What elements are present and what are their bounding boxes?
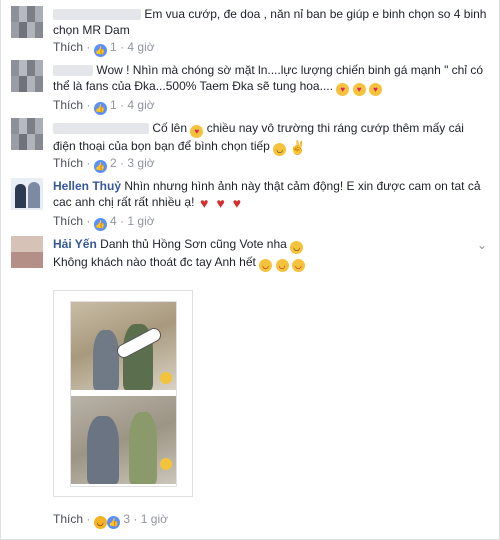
heart-eyes-emoji: ♥ <box>352 83 366 96</box>
red-heart-emoji: ♥ <box>216 195 225 211</box>
comment-text: Cố lên <box>152 121 188 135</box>
red-heart-emoji: ♥ <box>200 195 209 211</box>
photo-panel-top <box>71 302 176 390</box>
heart-eyes-emoji: ♥ <box>336 83 350 96</box>
reaction-count[interactable]: 3 <box>123 512 130 526</box>
attached-photo[interactable] <box>53 290 193 497</box>
comment-text: Danh thủ Hồng Sơn cũng Vote nha <box>100 237 287 251</box>
heart-eyes-emoji: ♥ <box>368 83 382 96</box>
blurred-name <box>53 65 93 77</box>
timestamp[interactable]: 4 giờ <box>127 98 154 112</box>
timestamp[interactable]: 1 giờ <box>127 214 154 228</box>
red-heart-emoji: ♥ <box>232 195 242 211</box>
haha-icon[interactable]: ◡ <box>93 516 107 529</box>
reaction-count[interactable]: 1 <box>110 40 117 54</box>
comment-text: Wow ! Nhìn mà chóng sờ mặt ln....lực lượ… <box>53 63 484 93</box>
tongue-wink-emoji: ◡ <box>275 259 289 272</box>
chevron-down-icon[interactable]: ⌄ <box>477 238 487 252</box>
avatar[interactable] <box>11 118 43 150</box>
comment-actions: Thích · 👍 1 · 4 giờ <box>53 40 155 57</box>
avatar[interactable] <box>11 60 43 92</box>
photo-collage <box>71 302 176 486</box>
comment-body: Hải Yến Danh thủ Hồng Sơn cũng Vote nha … <box>53 236 489 272</box>
like-icon[interactable]: 👍 <box>107 516 121 529</box>
timestamp[interactable]: 4 giờ <box>127 40 154 54</box>
timestamp[interactable]: 1 giờ <box>141 512 168 526</box>
like-icon[interactable]: 👍 <box>93 218 107 231</box>
heart-eyes-emoji: ♥ <box>190 125 204 138</box>
reaction-count[interactable]: 4 <box>110 214 117 228</box>
tongue-wink-emoji: ◡ <box>259 259 273 272</box>
comment-thread: Em vua cướp, đe doa , năn nỉ ban be giúp… <box>0 0 500 540</box>
comment-actions: Thích · 👍 4 · 1 giờ <box>53 214 155 231</box>
comment-body: Hellen Thuỷ Nhìn nhưng hình ảnh này thật… <box>53 178 489 210</box>
avatar[interactable] <box>11 6 43 38</box>
comment-body: Cố lên ♥ chiều nay vô trường thi ráng cư… <box>53 120 489 156</box>
like-link[interactable]: Thích <box>53 512 83 526</box>
commenter-name[interactable]: Hellen Thuỷ <box>53 179 121 193</box>
tongue-wink-emoji: ◡ <box>291 259 305 272</box>
avatar[interactable] <box>11 178 43 210</box>
like-link[interactable]: Thích <box>53 98 83 112</box>
like-link[interactable]: Thích <box>53 214 83 228</box>
comment-actions: Thích · 👍 1 · 4 giờ <box>53 98 155 115</box>
commenter-name[interactable]: Hải Yến <box>53 237 97 251</box>
comment-actions: Thích · ◡ 👍 3 · 1 giờ <box>53 512 168 529</box>
grin-emoji: ◡ <box>273 143 287 156</box>
like-link[interactable]: Thích <box>53 156 83 170</box>
like-icon[interactable]: 👍 <box>93 44 107 57</box>
comment-body: Em vua cướp, đe doa , năn nỉ ban be giúp… <box>53 6 489 38</box>
reaction-count[interactable]: 2 <box>110 156 117 170</box>
timestamp[interactable]: 3 giờ <box>127 156 154 170</box>
avatar[interactable] <box>11 236 43 268</box>
blurred-name <box>53 123 149 135</box>
blurred-name <box>53 9 141 21</box>
victory-hand-emoji: ✌ <box>289 140 306 155</box>
comment-text-line2: Không khách nào thoát đc tay Anh hết <box>53 255 256 269</box>
like-link[interactable]: Thích <box>53 40 83 54</box>
like-icon[interactable]: 👍 <box>93 102 107 115</box>
comment-actions: Thích · 👍 2 · 3 giờ <box>53 156 155 173</box>
comment-body: Wow ! Nhìn mà chóng sờ mặt ln....lực lượ… <box>53 62 489 96</box>
photo-panel-bottom <box>71 396 176 484</box>
smirk-emoji: ◡ <box>290 241 304 254</box>
like-icon[interactable]: 👍 <box>93 160 107 173</box>
reaction-count[interactable]: 1 <box>110 98 117 112</box>
